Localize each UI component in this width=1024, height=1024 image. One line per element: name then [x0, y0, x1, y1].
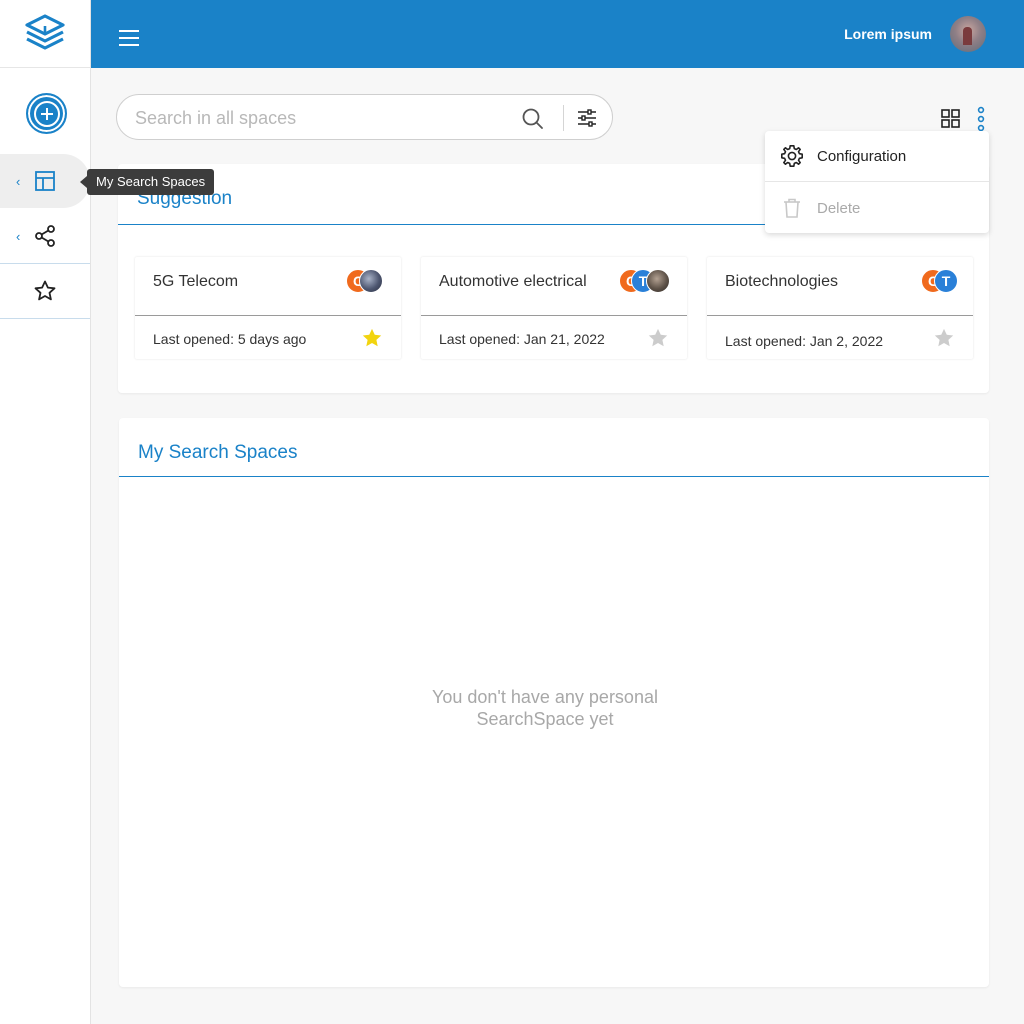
gear-icon [781, 145, 803, 167]
menu-item-label: Configuration [817, 147, 907, 165]
search-space-card[interactable]: Automotive electrical C T Last opened: J… [421, 257, 687, 359]
search-divider [563, 105, 564, 131]
trash-icon [784, 198, 800, 218]
card-divider [707, 315, 973, 316]
filter-sliders-icon[interactable] [577, 108, 597, 128]
search-space-card[interactable]: Biotechnologies C T Last opened: Jan 2, … [707, 257, 973, 359]
card-members: C T [921, 269, 961, 293]
empty-state-line: You don't have any personal [432, 687, 658, 707]
more-vertical-icon[interactable] [975, 106, 987, 132]
sidebar-divider [0, 318, 90, 319]
layout-panel-icon [35, 171, 55, 191]
sidebar-item-shared[interactable]: ‹ [0, 209, 90, 263]
star-filled-icon[interactable] [361, 327, 383, 349]
add-search-space-button[interactable] [26, 93, 67, 134]
menu-divider [765, 181, 989, 182]
empty-state-message: You don't have any personal SearchSpace … [119, 686, 971, 730]
search-input[interactable] [135, 105, 515, 131]
menu-item-configuration[interactable]: Configuration [765, 131, 989, 181]
card-last-opened: Last opened: 5 days ago [153, 331, 307, 347]
my-search-spaces-title: My Search Spaces [138, 442, 298, 463]
card-divider [421, 315, 687, 316]
menu-item-delete[interactable]: Delete [765, 183, 989, 233]
card-divider [135, 315, 401, 316]
star-outline-icon [34, 280, 56, 301]
user-name: Lorem ipsum [844, 26, 932, 42]
grid-view-icon[interactable] [941, 109, 960, 128]
sidebar-item-favorites[interactable] [0, 264, 90, 318]
chevron-left-icon: ‹ [16, 228, 21, 244]
my-search-spaces-title-rule [119, 476, 989, 477]
app-logo[interactable] [0, 0, 90, 68]
plus-circle-icon [33, 100, 60, 127]
share-icon [35, 225, 55, 247]
more-options-menu: Configuration Delete [765, 131, 989, 233]
star-filled-icon[interactable] [933, 327, 955, 349]
hamburger-menu-icon[interactable] [119, 30, 139, 51]
stacked-layers-logo-icon [25, 13, 65, 50]
menu-item-label: Delete [817, 199, 861, 217]
card-title: Automotive electrical [439, 273, 587, 290]
sidebar: ‹ ‹ [0, 0, 91, 1024]
sidebar-tooltip: My Search Spaces [79, 169, 215, 195]
card-title: Biotechnologies [725, 273, 838, 290]
card-title: 5G Telecom [153, 273, 239, 290]
search-icon[interactable] [521, 107, 545, 131]
chevron-left-icon: ‹ [16, 173, 21, 189]
card-members: C [346, 269, 386, 293]
member-avatar [359, 269, 383, 293]
empty-state-line: SearchSpace yet [476, 709, 614, 729]
member-avatar [646, 269, 670, 293]
search-bar [116, 94, 613, 140]
top-header: Lorem ipsum [91, 0, 1024, 68]
sidebar-item-my-search-spaces[interactable]: ‹ [0, 154, 90, 208]
member-avatar: T [934, 269, 958, 293]
card-last-opened: Last opened: Jan 2, 2022 [725, 333, 884, 349]
card-members: C T [619, 269, 673, 293]
search-space-card[interactable]: 5G Telecom C Last opened: 5 days ago [135, 257, 401, 359]
user-avatar[interactable] [950, 16, 986, 52]
card-last-opened: Last opened: Jan 21, 2022 [439, 331, 605, 347]
star-filled-icon[interactable] [647, 327, 669, 349]
